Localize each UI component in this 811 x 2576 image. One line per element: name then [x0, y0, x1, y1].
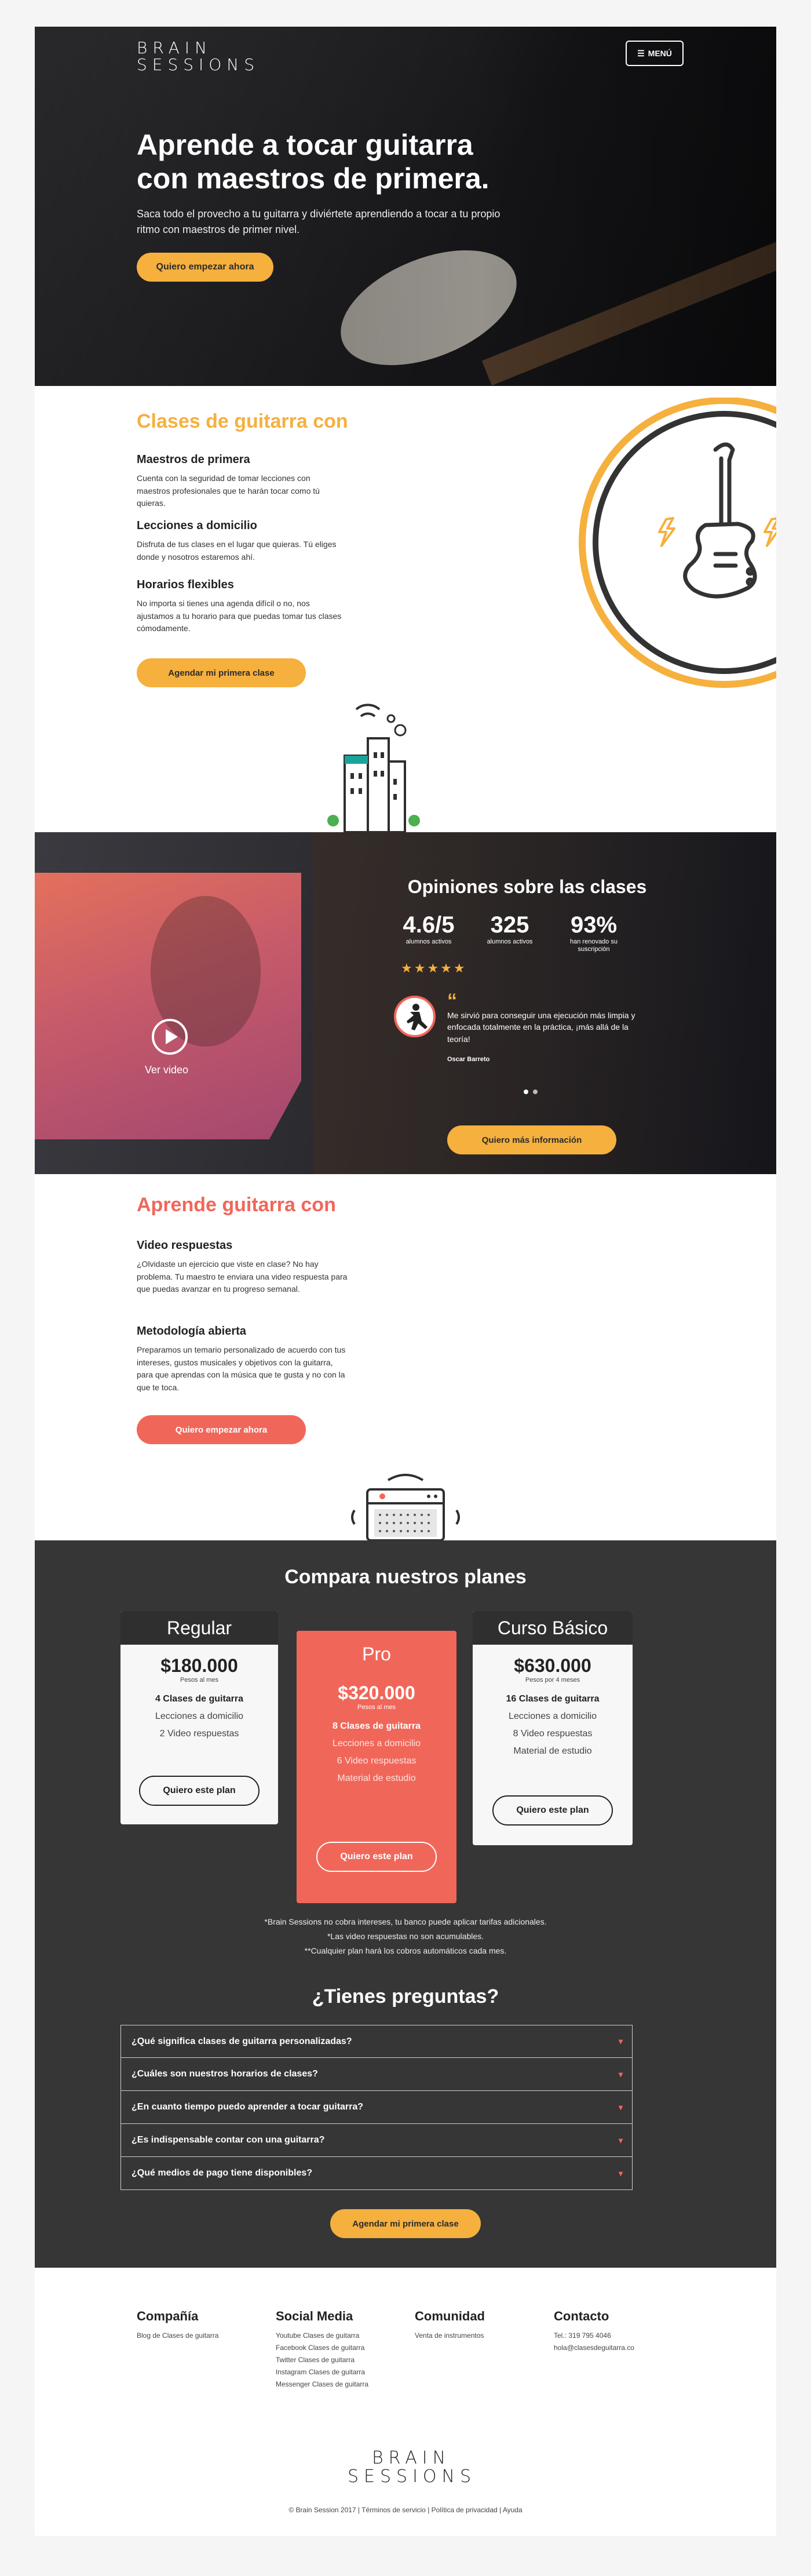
landing-page: BRAIN SESSIONS ☰ MENÚ Aprende a tocar gu… — [35, 27, 776, 2536]
faq-item[interactable]: ¿Qué significa clases de guitarra person… — [120, 2025, 633, 2058]
schedule-first-class-button[interactable]: Agendar mi primera clase — [137, 658, 306, 687]
stat-renewal: 93% han renovado su suscripción — [570, 912, 618, 953]
faq-heading: ¿Tienes preguntas? — [312, 1985, 499, 2007]
carousel-dot[interactable] — [524, 1090, 528, 1094]
footer-link[interactable]: Instagram Clases de guitarra — [276, 2366, 403, 2378]
faq-cta-button[interactable]: Agendar mi primera clase — [330, 2209, 481, 2238]
footer-link[interactable]: Twitter Clases de guitarra — [276, 2354, 403, 2366]
plan-price: $320.000 — [338, 1682, 415, 1703]
play-icon[interactable] — [151, 1018, 189, 1056]
choose-plan-button[interactable]: Quiero este plan — [492, 1795, 613, 1826]
avatar — [394, 996, 436, 1037]
plans-heading: Compara nuestros planes — [284, 1566, 527, 1588]
stat-students: 325 alumnos activos — [487, 912, 533, 945]
plan-card-basic: Curso Básico $630.000 Pesos por 4 meses … — [473, 1611, 633, 1845]
chevron-down-icon: ▾ — [618, 2135, 623, 2145]
feature-item: Lecciones a domicilio Disfruta de tus cl… — [137, 519, 337, 562]
footer-column: Contacto Tel.: 319 795 4046 hola@clasesd… — [554, 2309, 681, 2354]
hero-subtitle: Saca todo el provecho a tu guitarra y di… — [137, 208, 501, 235]
footer-logo[interactable]: BRAIN SESSIONS — [348, 2449, 475, 2486]
plans-notes: *Brain Sessions no cobra intereses, tu b… — [264, 1917, 547, 1956]
footer-link[interactable]: Youtube Clases de guitarra — [276, 2330, 403, 2342]
plan-price: $180.000 — [160, 1655, 238, 1676]
feature-item: Horarios flexibles No importa si tienes … — [137, 578, 342, 633]
plans-section: Compara nuestros planes Regular $180.000… — [35, 1540, 776, 2268]
video-card[interactable]: Ver video — [35, 873, 301, 1139]
choose-plan-button[interactable]: Quiero este plan — [139, 1776, 260, 1806]
plan-name: Regular — [120, 1611, 278, 1645]
more-info-button[interactable]: Quiero más información — [447, 1125, 616, 1154]
faq-item[interactable]: ¿En cuanto tiempo puedo aprender a tocar… — [120, 2091, 633, 2124]
learn-cta-button[interactable]: Quiero empezar ahora — [137, 1415, 306, 1444]
rating-stars: ★★★★★ — [401, 961, 467, 975]
chevron-down-icon: ▾ — [618, 2069, 623, 2079]
faq-item[interactable]: ¿Es indispensable contar con una guitarr… — [120, 2124, 633, 2157]
faq-list: ¿Qué significa clases de guitarra person… — [120, 2025, 633, 2190]
classes-heading: Clases de guitarra con — [137, 410, 348, 432]
faq-item[interactable]: ¿Cuáles son nuestros horarios de clases?… — [120, 2058, 633, 2091]
review-quote: Me sirvió para conseguir una ejecución m… — [447, 1011, 635, 1044]
plan-card-pro: Pro $320.000 Pesos al mes 8 Clases de gu… — [297, 1631, 456, 1903]
plan-name: Curso Básico — [473, 1611, 633, 1645]
faq-item[interactable]: ¿Qué medios de pago tiene disponibles? ▾ — [120, 2157, 633, 2190]
footer-link[interactable]: Facebook Clases de guitarra — [276, 2342, 403, 2354]
feature-item: Maestros de primera Cuenta con la seguri… — [137, 453, 320, 508]
hero-section: BRAIN SESSIONS ☰ MENÚ Aprende a tocar gu… — [35, 27, 776, 386]
footer-link[interactable]: hola@clasesdeguitarra.co — [554, 2342, 681, 2354]
feature-item: Metodología abierta Preparamos un temari… — [137, 1325, 346, 1393]
stat-rating: 4.6/5 alumnos activos — [403, 912, 455, 945]
chevron-down-icon: ▾ — [618, 2168, 623, 2178]
choose-plan-button[interactable]: Quiero este plan — [316, 1842, 437, 1872]
menu-button[interactable]: ☰ MENÚ — [626, 41, 684, 66]
footer-link[interactable]: Messenger Clases de guitarra — [276, 2378, 403, 2391]
carousel-dots — [524, 1090, 538, 1094]
reviews-section: Ver video Opiniones sobre las clases 4.6… — [35, 832, 776, 1174]
guitarist-silhouette-icon — [407, 1004, 428, 1030]
carousel-dot[interactable] — [533, 1090, 538, 1094]
chevron-down-icon: ▾ — [618, 2102, 623, 2112]
copyright: © Brain Session 2017 | Términos de servi… — [288, 2506, 523, 2514]
footer-link[interactable]: Venta de instrumentos — [415, 2330, 542, 2342]
electric-guitar-icon — [579, 398, 776, 688]
footer-link[interactable]: Blog de Clases de guitarra — [137, 2330, 264, 2342]
hero-title: Aprende a tocar guitarra con maestros de… — [137, 129, 489, 195]
footer-link[interactable]: Tel.: 319 795 4046 — [554, 2330, 681, 2342]
learn-heading: Aprende guitarra con — [137, 1194, 336, 1216]
reviews-heading: Opiniones sobre las clases — [407, 876, 647, 897]
footer-column: Comunidad Venta de instrumentos — [415, 2309, 542, 2342]
plan-name: Pro — [362, 1644, 391, 1664]
footer-column: Compañía Blog de Clases de guitarra — [137, 2309, 264, 2342]
video-label: Ver video — [145, 1064, 189, 1076]
hamburger-icon: ☰ — [637, 48, 645, 58]
chevron-down-icon: ▾ — [618, 2036, 623, 2046]
city-buildings-icon — [327, 704, 420, 832]
footer-column: Social Media Youtube Clases de guitarra … — [276, 2309, 403, 2391]
amplifier-icon — [351, 1474, 460, 1540]
hero-cta-button[interactable]: Quiero empezar ahora — [137, 253, 273, 282]
feature-item: Video respuestas ¿Olvidaste un ejercicio… — [137, 1239, 348, 1294]
brand-logo[interactable]: BRAIN SESSIONS — [137, 39, 260, 74]
plan-price: $630.000 — [514, 1655, 591, 1676]
review-author: Oscar Barreto — [447, 1056, 490, 1063]
plan-card-regular: Regular $180.000 Pesos al mes 4 Clases d… — [120, 1611, 278, 1824]
